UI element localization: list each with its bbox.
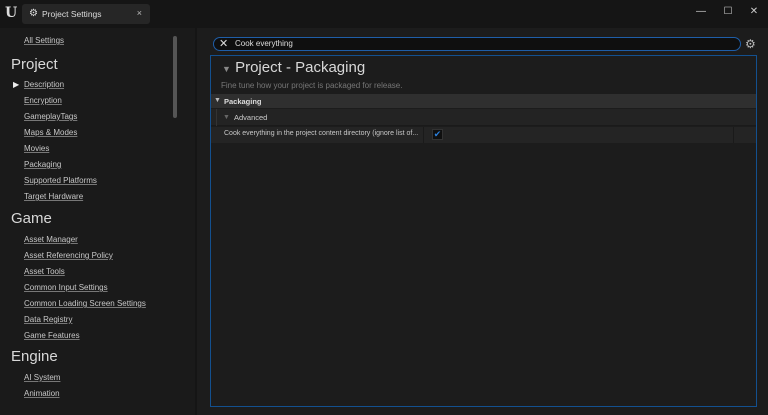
sidebar-item[interactable]: AI System	[24, 373, 60, 382]
category-packaging[interactable]: ▼ Packaging	[211, 94, 756, 108]
sidebar-item[interactable]: Supported Platforms	[24, 176, 97, 185]
tab-project-settings[interactable]: ⚙ Project Settings ×	[22, 4, 150, 24]
sidebar-item[interactable]: Packaging	[24, 160, 61, 169]
sidebar-item[interactable]: Animation	[24, 389, 60, 398]
search-input[interactable]: ✕ Cook everything	[213, 37, 741, 51]
minimize-button[interactable]: —	[691, 6, 711, 17]
sidebar-item[interactable]: Description	[24, 80, 64, 89]
subcategory-label: Advanced	[234, 113, 268, 122]
page-title: ▼ Project - Packaging	[222, 59, 365, 76]
close-window-button[interactable]: ✕	[744, 6, 764, 17]
category-label: Packaging	[224, 97, 262, 106]
collapse-icon[interactable]: ▼	[222, 64, 231, 74]
sidebar-item[interactable]: Encryption	[24, 96, 62, 105]
cook-everything-checkbox[interactable]: ✔	[432, 129, 443, 140]
gear-icon[interactable]: ⚙	[745, 37, 756, 51]
sidebar-item[interactable]: Movies	[24, 144, 49, 153]
sidebar-item[interactable]: Common Input Settings	[24, 283, 108, 292]
sidebar-item[interactable]: GameplayTags	[24, 112, 77, 121]
expand-icon: ▼	[214, 97, 221, 104]
sidebar-item[interactable]: Target Hardware	[24, 192, 83, 201]
sidebar-item[interactable]: Game Features	[24, 331, 80, 340]
sidebar-item[interactable]: Maps & Modes	[24, 128, 77, 137]
subcategory-advanced[interactable]: ▼ Advanced	[211, 109, 756, 126]
property-label: Cook everything in the project content d…	[224, 130, 419, 137]
search-value: Cook everything	[235, 39, 293, 48]
expand-icon: ▼	[223, 114, 230, 121]
tab-title: Project Settings	[42, 9, 102, 19]
sidebar-item[interactable]: Asset Manager	[24, 235, 78, 244]
sidebar-section-header: Game	[11, 210, 52, 227]
property-row: Cook everything in the project content d…	[211, 127, 756, 143]
sidebar-item[interactable]: Asset Tools	[24, 267, 65, 276]
page-description: Fine tune how your project is packaged f…	[221, 81, 403, 90]
unreal-logo: U	[5, 5, 18, 21]
sidebar-scrollbar[interactable]	[173, 36, 177, 118]
sidebar-section-header: Project	[11, 56, 58, 73]
sidebar-item[interactable]: Data Registry	[24, 315, 72, 324]
sidebar-item[interactable]: Asset Referencing Policy	[24, 251, 113, 260]
tab-close-button[interactable]: ×	[137, 8, 142, 18]
clear-search-icon[interactable]: ✕	[219, 37, 228, 50]
all-settings-link[interactable]: All Settings	[24, 36, 64, 45]
maximize-button[interactable]: ☐	[718, 6, 738, 17]
page-title-text: Project - Packaging	[235, 59, 366, 76]
sidebar-section-header: Engine	[11, 348, 58, 365]
settings-tab-icon: ⚙	[29, 8, 38, 19]
selected-arrow-icon: ▶	[13, 80, 20, 89]
sidebar-item[interactable]: Common Loading Screen Settings	[24, 299, 146, 308]
